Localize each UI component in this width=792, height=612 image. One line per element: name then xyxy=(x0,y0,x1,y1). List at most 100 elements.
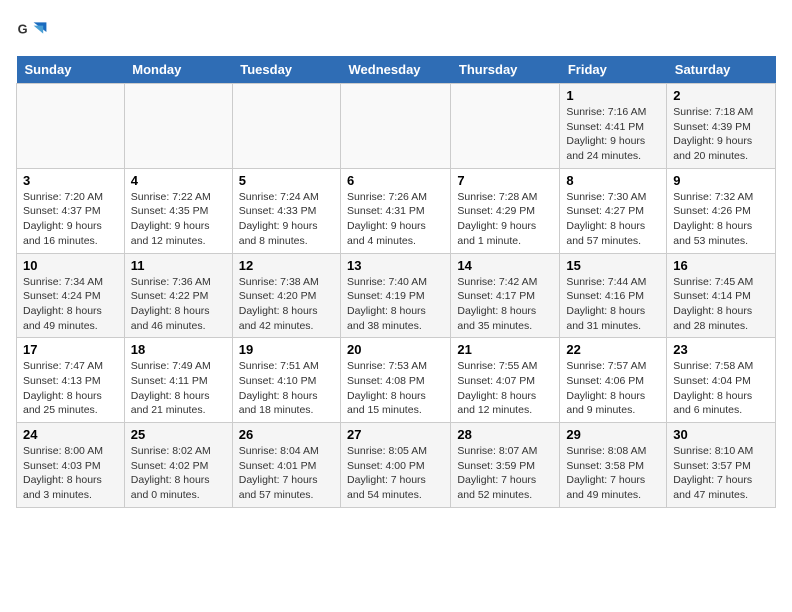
day-info: Sunrise: 7:20 AM Sunset: 4:37 PM Dayligh… xyxy=(23,190,118,249)
week-row-4: 17 Sunrise: 7:47 AM Sunset: 4:13 PM Dayli… xyxy=(17,338,776,423)
day-info: Sunrise: 7:30 AM Sunset: 4:27 PM Dayligh… xyxy=(566,190,660,249)
calendar-cell: 7Sunrise: 7:28 AM Sunset: 4:29 PM Daylig… xyxy=(451,168,560,253)
day-number: 14 xyxy=(457,258,553,273)
calendar-cell: 23 Sunrise: 7:58 AM Sunset: 4:04 PM Dayli… xyxy=(667,338,776,423)
day-number: 5 xyxy=(239,173,334,188)
day-info: Sunrise: 8:00 AM Sunset: 4:03 PM Dayligh… xyxy=(23,444,118,503)
day-info: Sunrise: 7:36 AM Sunset: 4:22 PM Dayligh… xyxy=(131,275,226,334)
day-number: 11 xyxy=(131,258,226,273)
day-number: 13 xyxy=(347,258,444,273)
day-number: 25 xyxy=(131,427,226,442)
day-info: Sunrise: 8:10 AM Sunset: 3:57 PM Dayligh… xyxy=(673,444,769,503)
day-info: Sunrise: 8:02 AM Sunset: 4:02 PM Dayligh… xyxy=(131,444,226,503)
calendar-cell: 14 Sunrise: 7:42 AM Sunset: 4:17 PM Dayli… xyxy=(451,253,560,338)
weekday-header-tuesday: Tuesday xyxy=(232,56,340,84)
calendar-cell: 27 Sunrise: 8:05 AM Sunset: 4:00 PM Dayli… xyxy=(341,423,451,508)
day-number: 3 xyxy=(23,173,118,188)
calendar-cell xyxy=(232,84,340,169)
day-info: Sunrise: 7:38 AM Sunset: 4:20 PM Dayligh… xyxy=(239,275,334,334)
calendar-cell: 26 Sunrise: 8:04 AM Sunset: 4:01 PM Dayli… xyxy=(232,423,340,508)
weekday-header-friday: Friday xyxy=(560,56,667,84)
calendar-table: SundayMondayTuesdayWednesdayThursdayFrid… xyxy=(16,56,776,508)
calendar-cell: 10 Sunrise: 7:34 AM Sunset: 4:24 PM Dayli… xyxy=(17,253,125,338)
weekday-header-thursday: Thursday xyxy=(451,56,560,84)
day-info: Sunrise: 7:47 AM Sunset: 4:13 PM Dayligh… xyxy=(23,359,118,418)
day-info: Sunrise: 8:04 AM Sunset: 4:01 PM Dayligh… xyxy=(239,444,334,503)
day-info: Sunrise: 7:58 AM Sunset: 4:04 PM Dayligh… xyxy=(673,359,769,418)
calendar-cell xyxy=(451,84,560,169)
calendar-cell: 30 Sunrise: 8:10 AM Sunset: 3:57 PM Dayli… xyxy=(667,423,776,508)
day-info: Sunrise: 7:16 AM Sunset: 4:41 PM Dayligh… xyxy=(566,105,660,164)
day-number: 9 xyxy=(673,173,769,188)
calendar-cell: 11 Sunrise: 7:36 AM Sunset: 4:22 PM Dayli… xyxy=(124,253,232,338)
day-info: Sunrise: 7:32 AM Sunset: 4:26 PM Dayligh… xyxy=(673,190,769,249)
week-row-2: 3 Sunrise: 7:20 AM Sunset: 4:37 PM Daylig… xyxy=(17,168,776,253)
calendar-cell: 4 Sunrise: 7:22 AM Sunset: 4:35 PM Daylig… xyxy=(124,168,232,253)
day-info: Sunrise: 8:08 AM Sunset: 3:58 PM Dayligh… xyxy=(566,444,660,503)
day-info: Sunrise: 7:24 AM Sunset: 4:33 PM Dayligh… xyxy=(239,190,334,249)
day-number: 8 xyxy=(566,173,660,188)
svg-text:G: G xyxy=(18,22,28,37)
day-number: 15 xyxy=(566,258,660,273)
day-number: 17 xyxy=(23,342,118,357)
weekday-header-monday: Monday xyxy=(124,56,232,84)
day-info: Sunrise: 7:28 AM Sunset: 4:29 PM Dayligh… xyxy=(457,190,553,249)
day-info: Sunrise: 7:55 AM Sunset: 4:07 PM Dayligh… xyxy=(457,359,553,418)
weekday-header-saturday: Saturday xyxy=(667,56,776,84)
day-number: 2 xyxy=(673,88,769,103)
day-info: Sunrise: 7:42 AM Sunset: 4:17 PM Dayligh… xyxy=(457,275,553,334)
calendar-cell: 1Sunrise: 7:16 AM Sunset: 4:41 PM Daylig… xyxy=(560,84,667,169)
day-number: 26 xyxy=(239,427,334,442)
calendar-cell: 6 Sunrise: 7:26 AM Sunset: 4:31 PM Daylig… xyxy=(341,168,451,253)
day-number: 21 xyxy=(457,342,553,357)
day-number: 16 xyxy=(673,258,769,273)
calendar-cell: 12 Sunrise: 7:38 AM Sunset: 4:20 PM Dayli… xyxy=(232,253,340,338)
calendar-cell: 19Sunrise: 7:51 AM Sunset: 4:10 PM Dayli… xyxy=(232,338,340,423)
calendar-cell: 28Sunrise: 8:07 AM Sunset: 3:59 PM Dayli… xyxy=(451,423,560,508)
week-row-1: 1Sunrise: 7:16 AM Sunset: 4:41 PM Daylig… xyxy=(17,84,776,169)
page-header: G xyxy=(16,16,776,48)
day-info: Sunrise: 8:07 AM Sunset: 3:59 PM Dayligh… xyxy=(457,444,553,503)
day-info: Sunrise: 7:53 AM Sunset: 4:08 PM Dayligh… xyxy=(347,359,444,418)
day-number: 19 xyxy=(239,342,334,357)
calendar-cell: 29 Sunrise: 8:08 AM Sunset: 3:58 PM Dayli… xyxy=(560,423,667,508)
calendar-cell xyxy=(124,84,232,169)
day-info: Sunrise: 8:05 AM Sunset: 4:00 PM Dayligh… xyxy=(347,444,444,503)
logo-icon: G xyxy=(16,16,48,48)
day-number: 18 xyxy=(131,342,226,357)
calendar-cell: 8 Sunrise: 7:30 AM Sunset: 4:27 PM Daylig… xyxy=(560,168,667,253)
calendar-cell xyxy=(341,84,451,169)
weekday-header-row: SundayMondayTuesdayWednesdayThursdayFrid… xyxy=(17,56,776,84)
calendar-cell: 20 Sunrise: 7:53 AM Sunset: 4:08 PM Dayli… xyxy=(341,338,451,423)
day-number: 30 xyxy=(673,427,769,442)
calendar-cell: 25 Sunrise: 8:02 AM Sunset: 4:02 PM Dayli… xyxy=(124,423,232,508)
calendar-cell: 5 Sunrise: 7:24 AM Sunset: 4:33 PM Daylig… xyxy=(232,168,340,253)
day-info: Sunrise: 7:44 AM Sunset: 4:16 PM Dayligh… xyxy=(566,275,660,334)
day-number: 6 xyxy=(347,173,444,188)
day-number: 12 xyxy=(239,258,334,273)
calendar-cell: 18Sunrise: 7:49 AM Sunset: 4:11 PM Dayli… xyxy=(124,338,232,423)
day-info: Sunrise: 7:34 AM Sunset: 4:24 PM Dayligh… xyxy=(23,275,118,334)
weekday-header-sunday: Sunday xyxy=(17,56,125,84)
calendar-cell: 16 Sunrise: 7:45 AM Sunset: 4:14 PM Dayli… xyxy=(667,253,776,338)
day-number: 10 xyxy=(23,258,118,273)
calendar-cell: 9 Sunrise: 7:32 AM Sunset: 4:26 PM Daylig… xyxy=(667,168,776,253)
day-info: Sunrise: 7:22 AM Sunset: 4:35 PM Dayligh… xyxy=(131,190,226,249)
calendar-cell: 13 Sunrise: 7:40 AM Sunset: 4:19 PM Dayli… xyxy=(341,253,451,338)
day-number: 22 xyxy=(566,342,660,357)
day-number: 20 xyxy=(347,342,444,357)
day-info: Sunrise: 7:45 AM Sunset: 4:14 PM Dayligh… xyxy=(673,275,769,334)
day-info: Sunrise: 7:57 AM Sunset: 4:06 PM Dayligh… xyxy=(566,359,660,418)
day-info: Sunrise: 7:40 AM Sunset: 4:19 PM Dayligh… xyxy=(347,275,444,334)
week-row-5: 24Sunrise: 8:00 AM Sunset: 4:03 PM Dayli… xyxy=(17,423,776,508)
calendar-cell: 2Sunrise: 7:18 AM Sunset: 4:39 PM Daylig… xyxy=(667,84,776,169)
day-number: 27 xyxy=(347,427,444,442)
weekday-header-wednesday: Wednesday xyxy=(341,56,451,84)
logo: G xyxy=(16,16,52,48)
calendar-cell: 17 Sunrise: 7:47 AM Sunset: 4:13 PM Dayli… xyxy=(17,338,125,423)
calendar-cell: 3 Sunrise: 7:20 AM Sunset: 4:37 PM Daylig… xyxy=(17,168,125,253)
day-info: Sunrise: 7:26 AM Sunset: 4:31 PM Dayligh… xyxy=(347,190,444,249)
day-number: 4 xyxy=(131,173,226,188)
day-number: 29 xyxy=(566,427,660,442)
day-number: 23 xyxy=(673,342,769,357)
